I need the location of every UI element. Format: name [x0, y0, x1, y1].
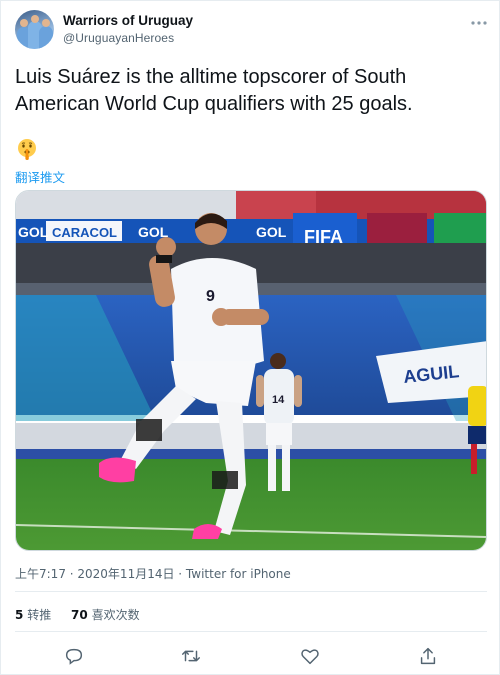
avatar-figure-head — [42, 19, 50, 27]
account-name[interactable]: Warriors of Uruguay — [63, 13, 193, 28]
share-icon[interactable] — [417, 645, 439, 667]
retweet-icon[interactable] — [180, 645, 202, 667]
jersey-number-14: 14 — [272, 394, 285, 406]
avatar-figure-head — [31, 15, 39, 23]
divider — [15, 591, 487, 592]
board-text-gol-1: GOL — [18, 224, 49, 240]
like-count-label: 喜欢次数 — [91, 608, 140, 622]
reply-icon[interactable] — [63, 645, 85, 667]
tweet-photo[interactable]: GOL CARACOL GOL GOL FIFA AGUIL 9 14 — [15, 190, 487, 551]
board-text-caracol: CARACOL — [52, 225, 117, 240]
like-count-value: 70 — [71, 608, 88, 622]
tweet-text: Luis Suárez is the alltime topscorer of … — [15, 66, 413, 115]
tweet-card[interactable]: Warriors of Uruguay @UruguayanHeroes Lui… — [0, 0, 500, 675]
avatar[interactable] — [15, 10, 54, 49]
translate-tweet-link[interactable]: 翻译推文 — [15, 167, 65, 186]
account-handle[interactable]: @UruguayanHeroes — [63, 31, 174, 45]
retweet-count-label: 转推 — [27, 608, 52, 622]
retweet-count[interactable]: 5 转推 — [15, 606, 51, 623]
like-count[interactable]: 70 喜欢次数 — [71, 606, 140, 623]
retweet-count-value: 5 — [15, 608, 24, 622]
divider — [15, 631, 487, 632]
shushing-face-emoji-icon — [18, 139, 36, 160]
tweet-timestamp[interactable]: 上午7:17 · 2020年11月14日 · Twitter for iPhon… — [15, 565, 291, 582]
tweet-stats: 5 转推 70 喜欢次数 — [15, 606, 156, 623]
avatar-figure-head — [20, 19, 28, 27]
avatar-figure — [39, 26, 53, 49]
board-text-gol-3: GOL — [256, 224, 287, 240]
board-text-gol-2: GOL — [138, 224, 169, 240]
tweet-actions — [1, 641, 500, 669]
photo-scene: GOL CARACOL GOL GOL FIFA AGUIL 9 14 — [16, 191, 486, 550]
jersey-number-9: 9 — [206, 288, 215, 305]
more-icon[interactable] — [471, 13, 487, 29]
board-text-fifa: FIFA — [304, 227, 343, 247]
like-icon[interactable] — [299, 645, 321, 667]
